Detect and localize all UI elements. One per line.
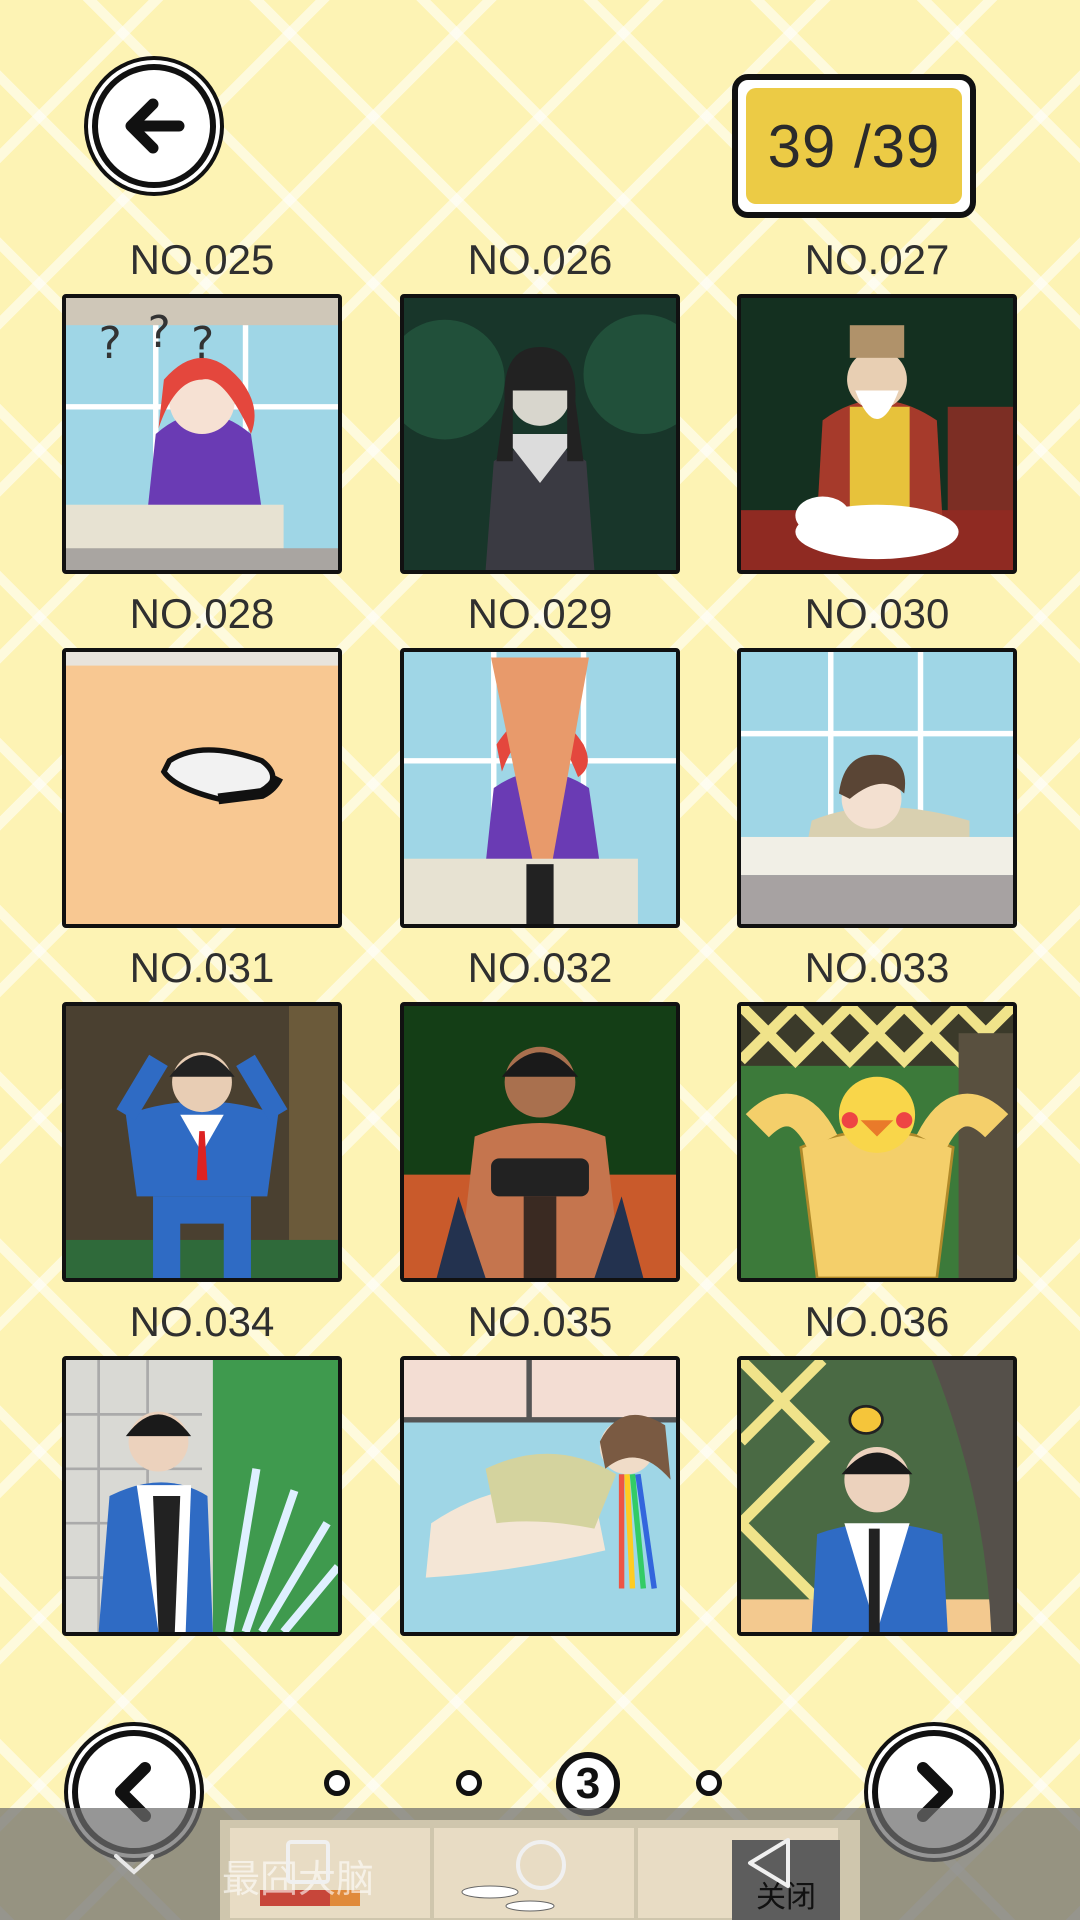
page-dot-4[interactable]: [696, 1770, 722, 1796]
square-icon[interactable]: [284, 1838, 332, 1886]
level-image: [404, 298, 676, 570]
page-dot-current: 3: [556, 1752, 620, 1816]
back-button[interactable]: [92, 64, 216, 188]
level-image: [741, 298, 1013, 570]
level-image: [741, 1006, 1013, 1278]
level-label: NO.028: [129, 590, 275, 637]
level-thumbnail-031[interactable]: [62, 1002, 342, 1282]
level-label: NO.036: [804, 1298, 950, 1345]
level-image: [66, 1360, 338, 1632]
level-image: [741, 1360, 1013, 1632]
level-label: NO.033: [804, 944, 950, 991]
level-thumbnail-029[interactable]: [400, 648, 680, 928]
level-thumbnail-033[interactable]: [737, 1002, 1017, 1282]
level-label: NO.030: [804, 590, 950, 637]
triangle-back-icon[interactable]: [744, 1836, 794, 1890]
level-counter: 39 /39: [732, 74, 976, 218]
svg-text:?: ?: [191, 319, 214, 369]
level-image: [741, 652, 1013, 924]
svg-text:?: ?: [148, 308, 171, 358]
level-image: ? ? ?: [66, 298, 338, 570]
svg-text:?: ?: [99, 319, 122, 369]
level-image: [404, 1006, 676, 1278]
level-thumbnail-027[interactable]: [737, 294, 1017, 574]
level-thumbnail-034[interactable]: [62, 1356, 342, 1636]
level-image: [404, 1360, 676, 1632]
level-thumbnail-035[interactable]: [400, 1356, 680, 1636]
chevron-down-icon[interactable]: [112, 1852, 156, 1878]
level-label: NO.025: [129, 236, 275, 283]
level-label: NO.034: [129, 1298, 275, 1345]
level-thumbnail-028[interactable]: [62, 648, 342, 928]
level-image: [66, 652, 338, 924]
level-counter-text: 39 /39: [746, 88, 962, 204]
page-dot-1[interactable]: [324, 1770, 350, 1796]
level-label: NO.031: [129, 944, 275, 991]
level-thumbnail-025[interactable]: ? ? ?: [62, 294, 342, 574]
level-label: NO.027: [804, 236, 950, 283]
level-thumbnail-026[interactable]: [400, 294, 680, 574]
level-thumbnail-032[interactable]: [400, 1002, 680, 1282]
level-label: NO.032: [467, 944, 613, 991]
level-image: [404, 652, 676, 924]
circle-icon[interactable]: [514, 1838, 568, 1892]
arrow-left-icon: [125, 98, 185, 154]
level-label: NO.029: [467, 590, 613, 637]
level-label: NO.026: [467, 236, 613, 283]
level-thumbnail-030[interactable]: [737, 648, 1017, 928]
level-image: [66, 1006, 338, 1278]
level-label: NO.035: [467, 1298, 613, 1345]
level-thumbnail-036[interactable]: [737, 1356, 1017, 1636]
page-dot-2[interactable]: [456, 1770, 482, 1796]
